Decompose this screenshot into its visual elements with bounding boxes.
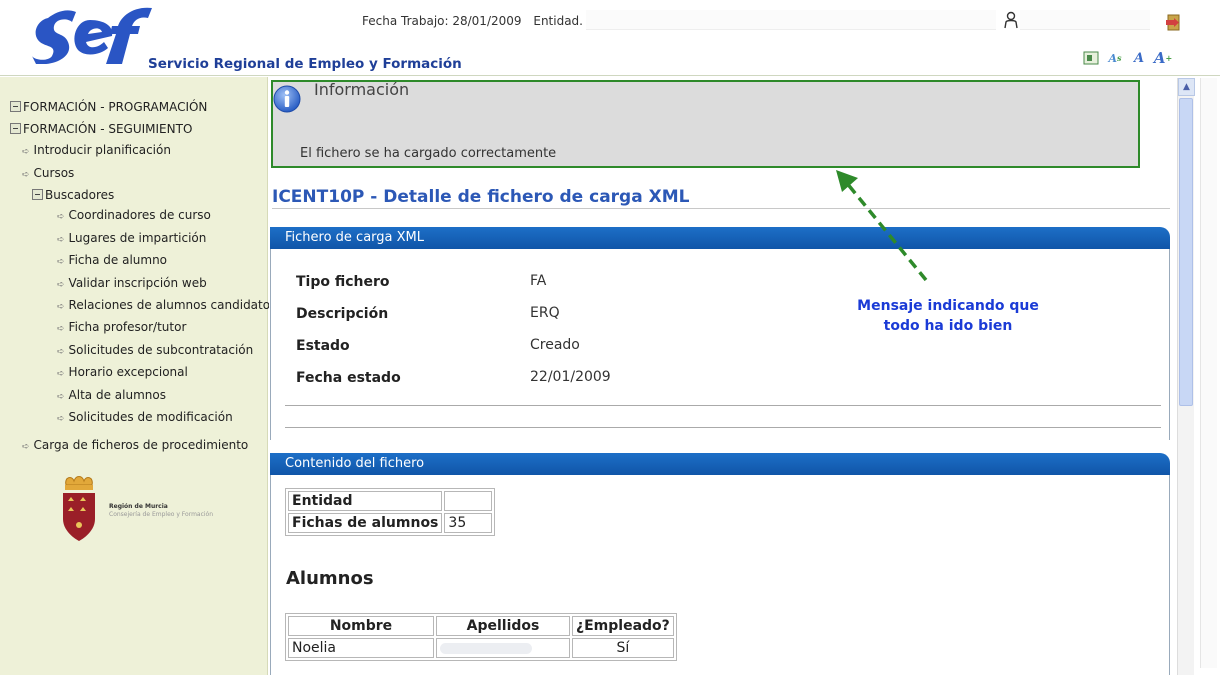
info-icon — [273, 85, 301, 113]
cell-apellidos — [436, 638, 570, 658]
collapse-icon — [10, 123, 21, 134]
scroll-up-icon[interactable]: ▲ — [1178, 78, 1195, 96]
field-value-estado: Creado — [530, 337, 580, 353]
font-normal-icon[interactable]: A — [1130, 49, 1148, 67]
column-header-nombre: Nombre — [288, 616, 434, 636]
sidebar-item-ficha-profesor[interactable]: ➪ Ficha profesor/tutor — [57, 320, 186, 334]
sidebar-item-solicitudes-modificacion[interactable]: ➪ Solicitudes de modificación — [57, 410, 233, 424]
divider — [285, 427, 1161, 428]
font-decrease-icon[interactable]: As — [1106, 49, 1124, 67]
arrow-right-icon: ➪ — [57, 324, 65, 334]
page-title: ICENT10P - Detalle de fichero de carga X… — [272, 187, 690, 207]
redacted-text — [440, 642, 532, 654]
entidad-label: Entidad — [288, 491, 443, 511]
fichas-label: Fichas de alumnos — [288, 513, 443, 533]
content-scrollbar[interactable]: ▲ — [1177, 78, 1195, 675]
sidebar-item-cursos[interactable]: ➪ Cursos — [22, 166, 74, 180]
window-scrollbar[interactable] — [1200, 78, 1217, 668]
region-department: Consejería de Empleo y Formación — [109, 511, 214, 518]
cell-nombre: Noelia — [288, 638, 434, 658]
section-header-contenido: Contenido del fichero — [270, 453, 1170, 475]
divider — [285, 405, 1161, 406]
user-icon[interactable] — [1003, 11, 1019, 29]
column-header-apellidos: Apellidos — [436, 616, 570, 636]
alumnos-heading: Alumnos — [286, 568, 374, 589]
arrow-right-icon: ➪ — [57, 302, 65, 312]
callout-arrow — [836, 170, 928, 282]
app-header: Servicio Regional de Empleo y Formación … — [0, 0, 1220, 76]
column-header-empleado: ¿Empleado? — [572, 616, 674, 636]
arrow-right-icon: ➪ — [22, 147, 30, 157]
info-message: El fichero se ha cargado correctamente — [300, 146, 557, 161]
field-label-tipo: Tipo fichero — [296, 274, 390, 290]
region-text: Región de Murcia Consejería de Empleo y … — [109, 503, 213, 519]
field-value-fecha: 22/01/2009 — [530, 369, 611, 385]
work-date-line: Fecha Trabajo: 28/01/2009 Entidad. — [362, 14, 583, 28]
sidebar-item-validar-inscripcion[interactable]: ➪ Validar inscripción web — [57, 276, 207, 290]
sidebar-item-subcontratacion[interactable]: ➪ Solicitudes de subcontratación — [57, 343, 253, 357]
arrow-right-icon: ➪ — [57, 347, 65, 357]
entity-label: Entidad. — [533, 14, 583, 28]
table-row: Entidad — [288, 491, 493, 511]
arrow-right-icon: ➪ — [57, 257, 65, 267]
field-label-descripcion: Descripción — [296, 306, 389, 322]
collapse-icon — [32, 189, 43, 200]
arrow-right-icon: ➪ — [57, 280, 65, 290]
sidebar-item-alta-alumnos[interactable]: ➪ Alta de alumnos — [57, 388, 166, 402]
sidebar-item-coordinadores[interactable]: ➪ Coordinadores de curso — [57, 208, 211, 222]
user-field — [1020, 10, 1150, 30]
table-header-row: Nombre Apellidos ¿Empleado? — [288, 616, 674, 636]
sidebar-item-introducir-planificacion[interactable]: ➪ Introducir planificación — [22, 143, 171, 157]
entity-field — [586, 10, 996, 30]
exit-icon[interactable] — [1164, 12, 1184, 32]
arrow-right-icon: ➪ — [57, 392, 65, 402]
region-name: Región de Murcia — [109, 503, 168, 510]
arrow-right-icon: ➪ — [57, 369, 65, 379]
sidebar-item-relaciones-candidatos[interactable]: ➪ Relaciones de alumnos candidatos — [57, 298, 276, 312]
arrow-right-icon: ➪ — [57, 212, 65, 222]
field-value-tipo: FA — [530, 273, 547, 289]
arrow-right-icon: ➪ — [22, 442, 30, 452]
sef-logo — [32, 7, 152, 64]
expand-icon — [10, 101, 21, 112]
title-divider — [272, 208, 1170, 209]
cell-empleado: Sí — [572, 638, 674, 658]
sidebar-item-seguimiento[interactable]: FORMACIÓN - SEGUIMIENTO — [10, 122, 192, 136]
sidebar-item-horario-excepcional[interactable]: ➪ Horario excepcional — [57, 365, 188, 379]
sidebar-item-lugares[interactable]: ➪ Lugares de impartición — [57, 231, 206, 245]
toolbar-icons: As A A + — [1082, 48, 1192, 68]
section-title: Fichero de carga XML — [285, 230, 425, 245]
table-row: Noelia Sí — [288, 638, 674, 658]
region-coat-of-arms — [63, 476, 95, 541]
callout-line-1: Mensaje indicando que — [857, 298, 1039, 314]
callout-annotation: Mensaje indicando que todo ha ido bien — [818, 296, 1078, 336]
section-header-fichero: Fichero de carga XML — [270, 227, 1170, 249]
fichas-value: 35 — [444, 513, 493, 533]
font-increase-icon[interactable]: A + — [1154, 49, 1172, 67]
org-name: Servicio Regional de Empleo y Formación — [148, 56, 462, 72]
info-title: Información — [314, 80, 410, 99]
sidebar-item-programacion[interactable]: FORMACIÓN - PROGRAMACIÓN — [10, 100, 207, 114]
section-title: Contenido del fichero — [285, 456, 425, 471]
sidebar-item-buscadores[interactable]: Buscadores — [32, 188, 114, 202]
section-body-fichero — [270, 249, 1170, 440]
alumnos-table: Nombre Apellidos ¿Empleado? Noelia Sí — [285, 613, 677, 661]
entidad-value — [444, 491, 493, 511]
callout-line-2: todo ha ido bien — [883, 318, 1013, 334]
counts-table: Entidad Fichas de alumnos 35 — [285, 488, 496, 536]
sidebar-item-ficha-alumno[interactable]: ➪ Ficha de alumno — [57, 253, 167, 267]
field-label-estado: Estado — [296, 338, 350, 354]
print-icon[interactable] — [1082, 49, 1100, 67]
arrow-right-icon: ➪ — [22, 170, 30, 180]
table-row: Fichas de alumnos 35 — [288, 513, 493, 533]
field-label-fecha: Fecha estado — [296, 370, 401, 386]
work-date: Fecha Trabajo: 28/01/2009 — [362, 14, 522, 28]
scrollbar-thumb[interactable] — [1179, 98, 1193, 406]
sidebar: FORMACIÓN - PROGRAMACIÓN FORMACIÓN - SEG… — [0, 77, 276, 675]
sidebar-item-carga-ficheros[interactable]: ➪ Carga de ficheros de procedimiento — [22, 438, 248, 452]
arrow-right-icon: ➪ — [57, 414, 65, 424]
arrow-right-icon: ➪ — [57, 235, 65, 245]
field-value-descripcion: ERQ — [530, 305, 560, 321]
